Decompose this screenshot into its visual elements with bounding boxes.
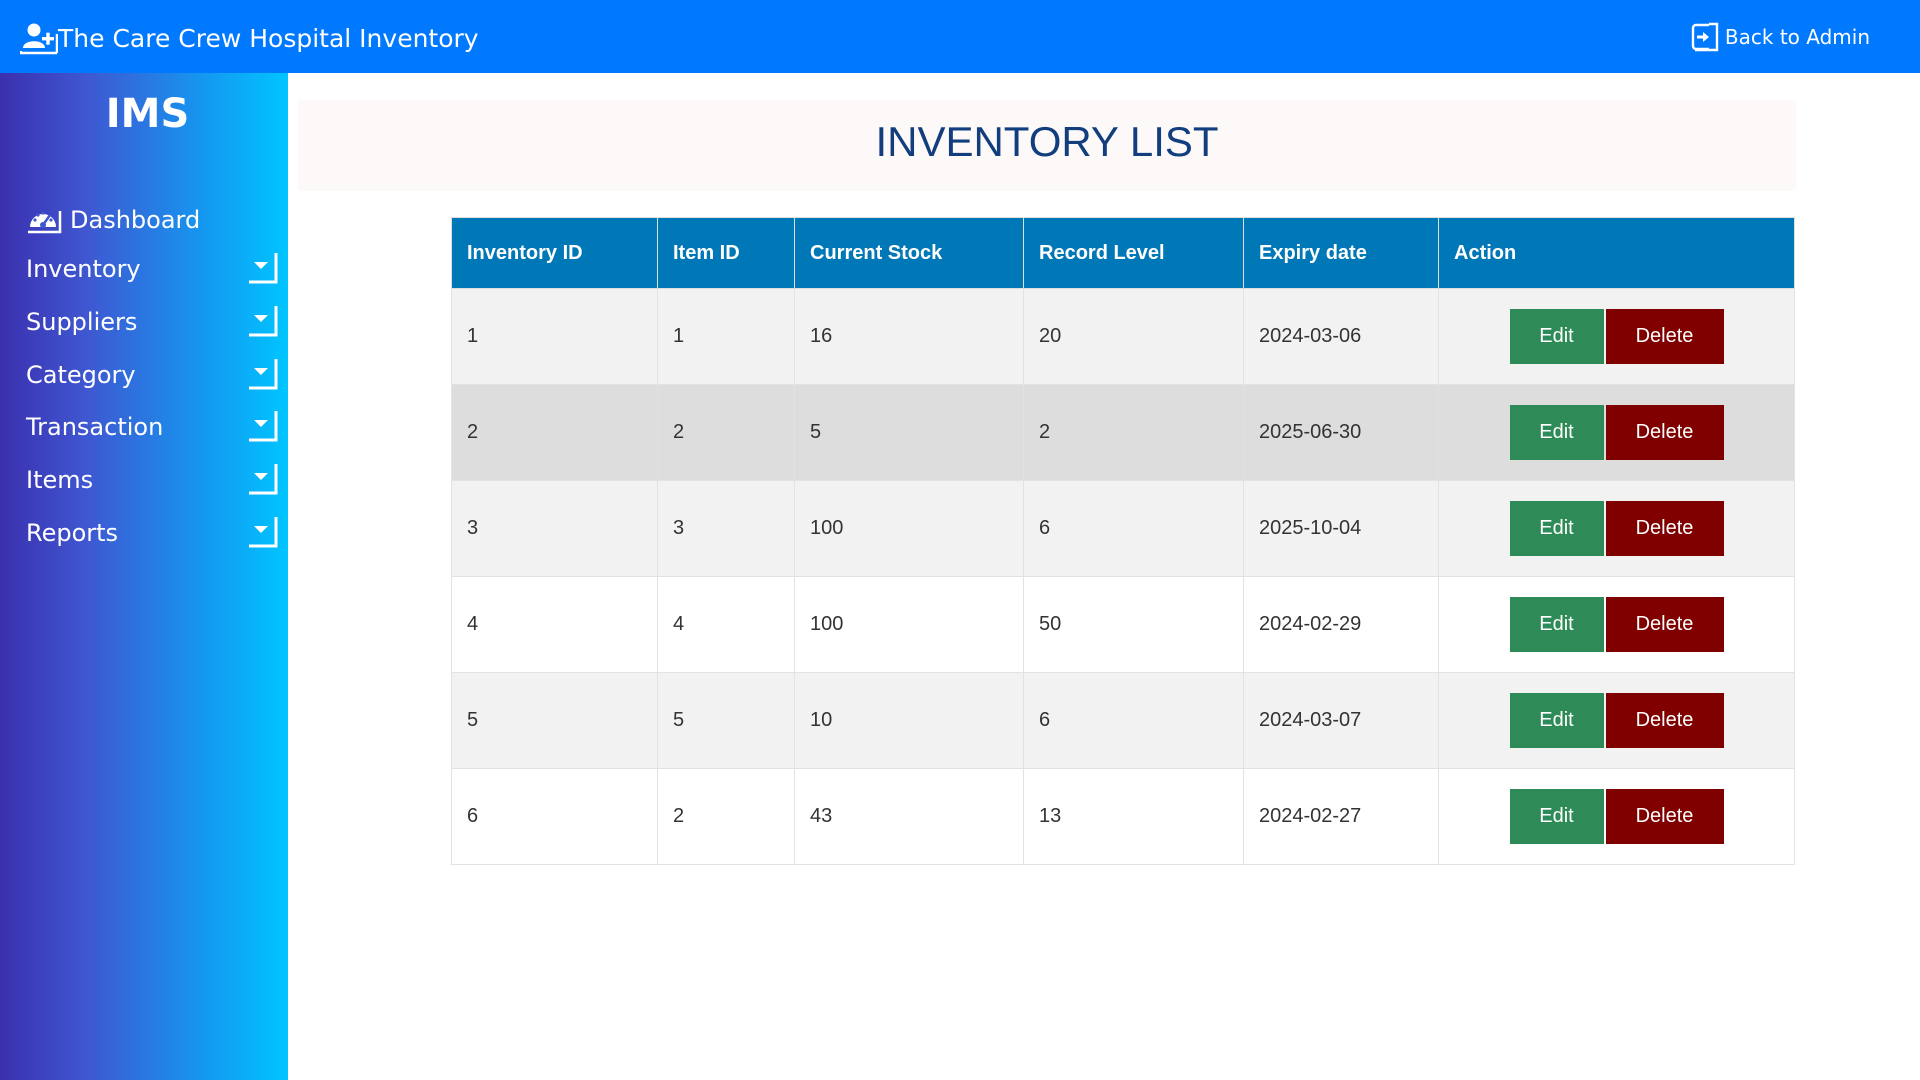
table-row: 5 5 10 6 2024-03-07 Edit Delete (451, 672, 1795, 769)
sidebar-item-label: Transaction (26, 413, 164, 441)
back-to-admin-link[interactable]: Back to Admin (1691, 22, 1870, 52)
page-title-panel: INVENTORY LIST (298, 100, 1796, 191)
sidebar-item-dashboard[interactable]: Dashboard (26, 203, 200, 237)
table-row: 6 2 43 13 2024-02-27 Edit Delete (451, 768, 1795, 865)
caret-down-icon[interactable] (248, 462, 278, 498)
sidebar-item-items[interactable]: Items (26, 460, 278, 500)
cell-item-id: 2 (657, 384, 795, 481)
column-header: Action (1438, 217, 1795, 289)
delete-button[interactable]: Delete (1605, 789, 1724, 844)
app-title: The Care Crew Hospital Inventory (58, 23, 479, 53)
cell-record-level: 13 (1023, 768, 1244, 865)
cell-inventory-id: 6 (451, 768, 658, 865)
edit-button[interactable]: Edit (1509, 693, 1604, 748)
caret-down-icon[interactable] (248, 357, 278, 393)
cell-current-stock: 100 (794, 576, 1024, 673)
top-navbar: The Care Crew Hospital Inventory Back to… (0, 0, 1920, 73)
cell-inventory-id: 2 (451, 384, 658, 481)
cell-current-stock: 16 (794, 288, 1024, 385)
tachometer-icon (26, 203, 62, 237)
cell-expiry-date: 2025-06-30 (1243, 384, 1439, 481)
cell-record-level: 6 (1023, 672, 1244, 769)
cell-expiry-date: 2024-03-06 (1243, 288, 1439, 385)
sidebar: IMS Dashboard Inventory Suppliers Catego… (0, 73, 288, 1080)
table-header-row: Inventory ID Item ID Current Stock Recor… (451, 217, 1795, 289)
cell-action: Edit Delete (1438, 384, 1795, 481)
user-plus-icon (19, 20, 59, 56)
delete-button[interactable]: Delete (1605, 501, 1724, 556)
sign-out-icon (1691, 22, 1719, 52)
table-row: 1 1 16 20 2024-03-06 Edit Delete (451, 288, 1795, 385)
sidebar-item-transaction[interactable]: Transaction (26, 407, 278, 447)
cell-current-stock: 5 (794, 384, 1024, 481)
cell-inventory-id: 5 (451, 672, 658, 769)
cell-expiry-date: 2024-03-07 (1243, 672, 1439, 769)
sidebar-item-label: Reports (26, 519, 119, 547)
cell-record-level: 20 (1023, 288, 1244, 385)
edit-button[interactable]: Edit (1509, 309, 1604, 364)
column-header: Expiry date (1243, 217, 1439, 289)
edit-button[interactable]: Edit (1509, 501, 1604, 556)
edit-button[interactable]: Edit (1509, 789, 1604, 844)
cell-item-id: 4 (657, 576, 795, 673)
inventory-table: Inventory ID Item ID Current Stock Recor… (451, 217, 1795, 865)
sidebar-item-inventory[interactable]: Inventory (26, 249, 278, 289)
caret-down-icon[interactable] (248, 304, 278, 340)
cell-inventory-id: 1 (451, 288, 658, 385)
sidebar-item-label: Suppliers (26, 308, 138, 336)
cell-current-stock: 10 (794, 672, 1024, 769)
cell-item-id: 1 (657, 288, 795, 385)
caret-down-icon[interactable] (248, 515, 278, 551)
sidebar-item-label: Dashboard (70, 206, 201, 234)
cell-expiry-date: 2024-02-27 (1243, 768, 1439, 865)
brand[interactable]: The Care Crew Hospital Inventory (19, 20, 479, 56)
cell-item-id: 5 (657, 672, 795, 769)
delete-button[interactable]: Delete (1605, 405, 1724, 460)
edit-button[interactable]: Edit (1509, 597, 1604, 652)
column-header: Item ID (657, 217, 795, 289)
sidebar-logo: IMS (105, 91, 190, 137)
cell-record-level: 2 (1023, 384, 1244, 481)
table-row: 4 4 100 50 2024-02-29 Edit Delete (451, 576, 1795, 673)
cell-record-level: 50 (1023, 576, 1244, 673)
sidebar-item-reports[interactable]: Reports (26, 513, 278, 553)
cell-item-id: 3 (657, 480, 795, 577)
table-row: 2 2 5 2 2025-06-30 Edit Delete (451, 384, 1795, 481)
cell-inventory-id: 4 (451, 576, 658, 673)
sidebar-item-suppliers[interactable]: Suppliers (26, 302, 278, 342)
caret-down-icon[interactable] (248, 251, 278, 287)
cell-action: Edit Delete (1438, 672, 1795, 769)
sidebar-item-label: Category (26, 361, 136, 389)
edit-button[interactable]: Edit (1509, 405, 1604, 460)
delete-button[interactable]: Delete (1605, 597, 1724, 652)
cell-current-stock: 43 (794, 768, 1024, 865)
cell-action: Edit Delete (1438, 768, 1795, 865)
table-row: 3 3 100 6 2025-10-04 Edit Delete (451, 480, 1795, 577)
caret-down-icon[interactable] (248, 409, 278, 445)
cell-action: Edit Delete (1438, 288, 1795, 385)
cell-action: Edit Delete (1438, 576, 1795, 673)
cell-action: Edit Delete (1438, 480, 1795, 577)
cell-item-id: 2 (657, 768, 795, 865)
column-header: Inventory ID (451, 217, 658, 289)
sidebar-item-category[interactable]: Category (26, 355, 278, 395)
cell-expiry-date: 2024-02-29 (1243, 576, 1439, 673)
cell-record-level: 6 (1023, 480, 1244, 577)
back-to-admin-label: Back to Admin (1724, 25, 1870, 49)
cell-expiry-date: 2025-10-04 (1243, 480, 1439, 577)
delete-button[interactable]: Delete (1605, 693, 1724, 748)
cell-inventory-id: 3 (451, 480, 658, 577)
delete-button[interactable]: Delete (1605, 309, 1724, 364)
sidebar-item-label: Items (26, 466, 94, 494)
page-title: INVENTORY LIST (875, 118, 1219, 165)
column-header: Record Level (1023, 217, 1244, 289)
sidebar-item-label: Inventory (26, 255, 141, 283)
column-header: Current Stock (794, 217, 1024, 289)
cell-current-stock: 100 (794, 480, 1024, 577)
